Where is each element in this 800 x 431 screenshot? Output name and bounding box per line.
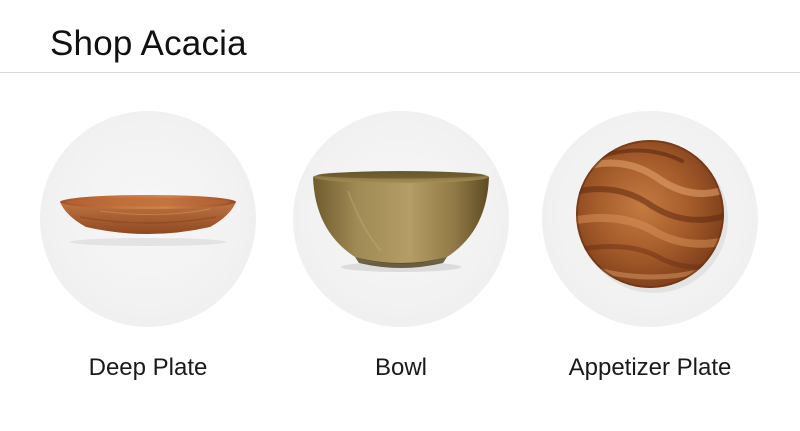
product-image-circle[interactable]	[542, 111, 758, 327]
product-label[interactable]: Deep Plate	[40, 353, 256, 383]
product-image-circle[interactable]	[293, 111, 509, 327]
product-label[interactable]: Appetizer Plate	[542, 353, 758, 383]
appetizer-plate-image	[576, 140, 728, 293]
product-image-circle[interactable]	[40, 111, 256, 327]
product-card-appetizer-plate[interactable]: Appetizer Plate	[542, 111, 758, 383]
product-label[interactable]: Bowl	[293, 353, 509, 383]
page-header: Shop Acacia	[0, 0, 800, 73]
page-title: Shop Acacia	[50, 24, 247, 63]
product-card-bowl[interactable]: Bowl	[293, 111, 509, 383]
bowl-image	[313, 171, 489, 272]
deep-plate-image	[60, 195, 236, 246]
product-card-deep-plate[interactable]: Deep Plate	[40, 111, 256, 383]
